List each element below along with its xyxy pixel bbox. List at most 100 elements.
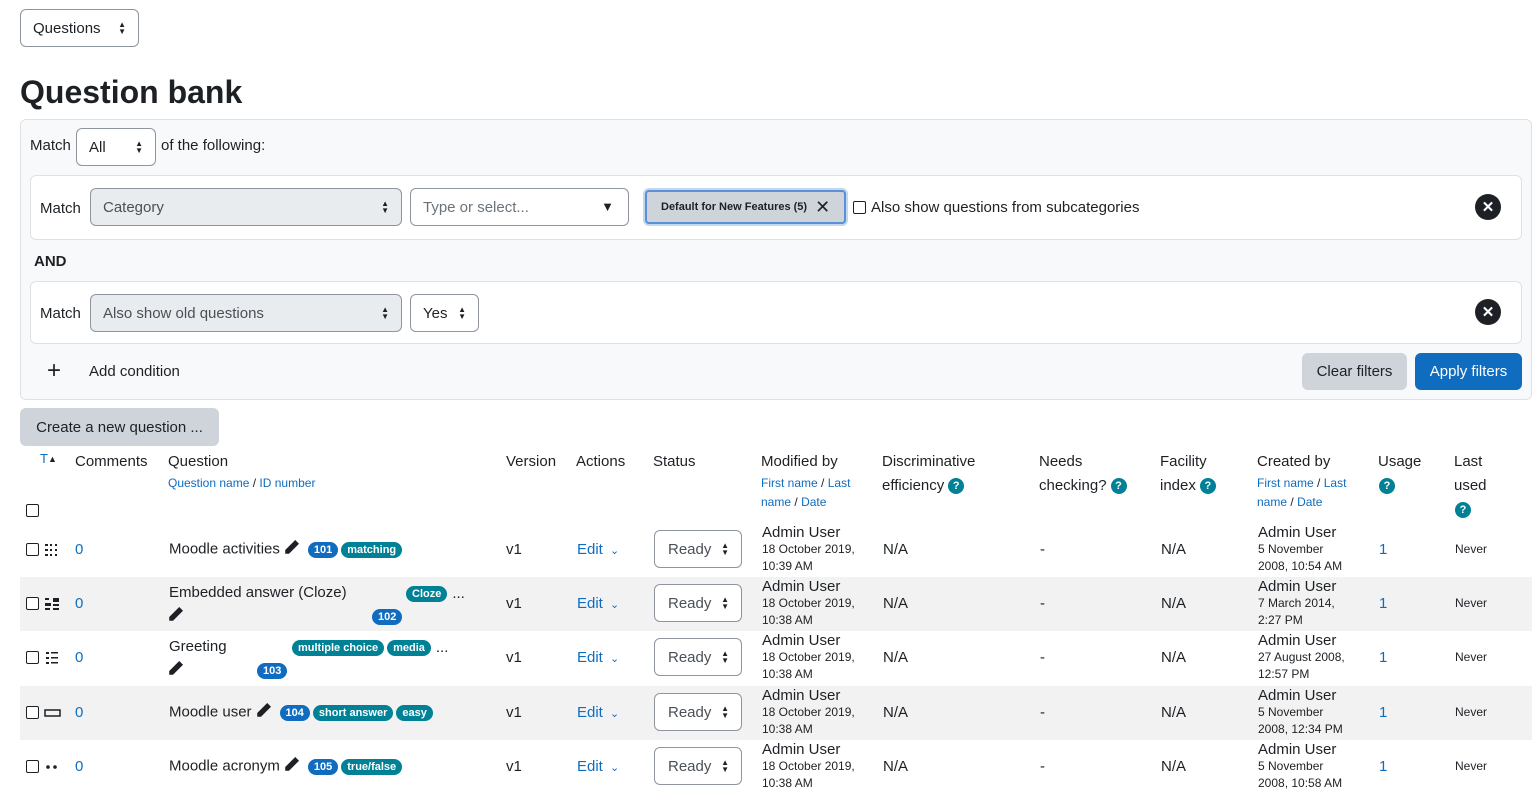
select-caret-icon: ▲ ▼ bbox=[721, 704, 729, 720]
category-search-input[interactable]: Type or select... ▼ bbox=[410, 188, 629, 226]
row-checkbox[interactable] bbox=[26, 706, 39, 719]
condition-type-select[interactable]: Category ▲ ▼ bbox=[90, 188, 402, 226]
help-icon[interactable]: ? bbox=[1455, 502, 1471, 519]
help-icon[interactable]: ? bbox=[1379, 478, 1395, 495]
remove-condition-icon[interactable]: ✕ bbox=[1475, 299, 1501, 325]
sort-modified-first-name[interactable]: First name bbox=[761, 476, 818, 490]
sort-type-header[interactable]: T▲ bbox=[40, 447, 57, 471]
created-time: 2008, 10:58 AM bbox=[1258, 776, 1343, 790]
remove-chip-icon[interactable]: ✕ bbox=[815, 197, 830, 218]
filter-panel: Match All ▲ ▼ of the following: Match Cat… bbox=[20, 119, 1532, 400]
comments-count-link[interactable]: 0 bbox=[75, 758, 83, 775]
edit-menu-button[interactable]: Edit ⌄ bbox=[577, 704, 619, 721]
select-caret-icon: ▲ ▼ bbox=[721, 541, 729, 557]
question-tag[interactable]: true/false bbox=[341, 758, 403, 775]
condition-type-select[interactable]: Also show old questions ▲ ▼ bbox=[90, 294, 402, 332]
sort-id-number-link[interactable]: ID number bbox=[259, 476, 315, 490]
question-tag[interactable]: easy bbox=[396, 704, 433, 721]
sort-modified-last-name[interactable]: Last bbox=[828, 476, 851, 490]
needs-checking-header: Needs checking?? bbox=[1039, 450, 1127, 498]
plus-icon[interactable]: + bbox=[47, 357, 61, 385]
sort-created-first-name[interactable]: First name bbox=[1257, 476, 1314, 490]
status-select[interactable]: Ready ▲ ▼ bbox=[654, 747, 742, 785]
modified-by-label: Modified by bbox=[761, 453, 838, 470]
question-tag[interactable]: media bbox=[387, 640, 431, 657]
condition-match-label: Match bbox=[40, 200, 81, 217]
dropdown-arrow-icon[interactable]: ▼ bbox=[601, 199, 614, 214]
subcategories-checkbox[interactable] bbox=[853, 201, 866, 214]
status-value: Ready bbox=[668, 757, 712, 775]
usage-count-link[interactable]: 1 bbox=[1379, 758, 1387, 775]
remove-condition-icon[interactable]: ✕ bbox=[1475, 194, 1501, 220]
facility-value: N/A bbox=[1161, 758, 1187, 775]
sort-created-last-name[interactable]: Last bbox=[1324, 476, 1347, 490]
needs-label-1: Needs bbox=[1039, 453, 1083, 470]
subcategories-label: Also show questions from subcategories bbox=[871, 199, 1140, 216]
needs-checking-value: - bbox=[1040, 541, 1045, 558]
edit-name-pencil-icon[interactable] bbox=[167, 606, 184, 627]
modified-by-user: Admin User bbox=[762, 578, 841, 595]
row-checkbox[interactable] bbox=[26, 597, 39, 610]
comments-count-link[interactable]: 0 bbox=[75, 704, 83, 721]
apply-filters-button[interactable]: Apply filters bbox=[1415, 353, 1522, 390]
comments-count-link[interactable]: 0 bbox=[75, 649, 83, 666]
edit-name-pencil-icon[interactable] bbox=[283, 756, 300, 777]
status-select[interactable]: Ready ▲ ▼ bbox=[654, 584, 742, 622]
row-checkbox[interactable] bbox=[26, 651, 39, 664]
last-used-header: Last used ? bbox=[1454, 450, 1487, 522]
comments-count-link[interactable]: 0 bbox=[75, 541, 83, 558]
question-tag[interactable]: multiple choice bbox=[292, 640, 385, 657]
edit-name-pencil-icon[interactable] bbox=[167, 660, 184, 681]
status-select[interactable]: Ready ▲ ▼ bbox=[654, 693, 742, 731]
last-used-value: Never bbox=[1455, 759, 1488, 773]
edit-menu-button[interactable]: Edit ⌄ bbox=[577, 595, 619, 612]
modified-time: 10:39 AM bbox=[762, 559, 813, 573]
question-tag[interactable]: short answer bbox=[312, 704, 394, 721]
last-used-value: Never bbox=[1455, 705, 1488, 719]
create-question-button[interactable]: Create a new question ... bbox=[20, 408, 219, 446]
modified-date: 18 October 2019, bbox=[762, 650, 855, 664]
selected-category-chip[interactable]: Default for New Features (5) ✕ bbox=[645, 190, 846, 224]
match-join-select[interactable]: All ▲ ▼ bbox=[76, 128, 156, 166]
bank-view-select[interactable]: Questions ▲ ▼ bbox=[20, 9, 139, 47]
edit-menu-button[interactable]: Edit ⌄ bbox=[577, 541, 619, 558]
select-caret-icon: ▲ ▼ bbox=[721, 595, 729, 611]
status-select[interactable]: Ready ▲ ▼ bbox=[654, 530, 742, 568]
sort-created-date[interactable]: Date bbox=[1297, 495, 1322, 509]
help-icon[interactable]: ? bbox=[1199, 478, 1216, 495]
edit-name-pencil-icon[interactable] bbox=[283, 539, 300, 560]
more-tags-indicator[interactable]: ... bbox=[452, 585, 465, 602]
add-condition-button[interactable]: Add condition bbox=[89, 363, 180, 380]
sort-modified-last-name-2[interactable]: name bbox=[761, 495, 791, 509]
edit-name-pencil-icon[interactable] bbox=[255, 702, 272, 723]
sort-modified-date[interactable]: Date bbox=[801, 495, 826, 509]
created-by-cell: Admin User 5 November 2008, 10:58 AM bbox=[1258, 741, 1342, 792]
sort-created-last-name-2[interactable]: name bbox=[1257, 495, 1287, 509]
usage-count-link[interactable]: 1 bbox=[1379, 704, 1387, 721]
usage-count-link[interactable]: 1 bbox=[1379, 541, 1387, 558]
usage-count-link[interactable]: 1 bbox=[1379, 595, 1387, 612]
created-by-cell: Admin User 7 March 2014, 2:27 PM bbox=[1258, 578, 1336, 629]
row-checkbox[interactable] bbox=[26, 543, 39, 556]
modified-by-cell: Admin User 18 October 2019, 10:38 AM bbox=[762, 741, 855, 792]
sort-question-name-link[interactable]: Question name bbox=[168, 476, 249, 490]
row-checkbox[interactable] bbox=[26, 760, 39, 773]
edit-menu-button[interactable]: Edit ⌄ bbox=[577, 758, 619, 775]
more-tags-indicator[interactable]: ... bbox=[436, 639, 449, 656]
table-row: 0 Greeting 103 multiple choice media... v1 Edi… bbox=[20, 631, 1532, 685]
clear-filters-button[interactable]: Clear filters bbox=[1302, 353, 1407, 390]
status-select[interactable]: Ready ▲ ▼ bbox=[654, 638, 742, 676]
old-questions-value-select[interactable]: Yes ▲ ▼ bbox=[410, 294, 479, 332]
discriminative-value: N/A bbox=[883, 704, 909, 721]
modified-date: 18 October 2019, bbox=[762, 705, 855, 719]
question-id-badge: 101 bbox=[307, 541, 339, 558]
edit-menu-button[interactable]: Edit ⌄ bbox=[577, 649, 619, 666]
help-icon[interactable]: ? bbox=[1110, 478, 1127, 495]
usage-count-link[interactable]: 1 bbox=[1379, 649, 1387, 666]
question-tag[interactable]: Cloze bbox=[406, 586, 448, 603]
question-tag[interactable]: matching bbox=[341, 541, 403, 558]
created-date: 5 November bbox=[1258, 542, 1324, 556]
select-all-checkbox[interactable] bbox=[26, 504, 39, 517]
help-icon[interactable]: ? bbox=[948, 478, 965, 495]
comments-count-link[interactable]: 0 bbox=[75, 595, 83, 612]
